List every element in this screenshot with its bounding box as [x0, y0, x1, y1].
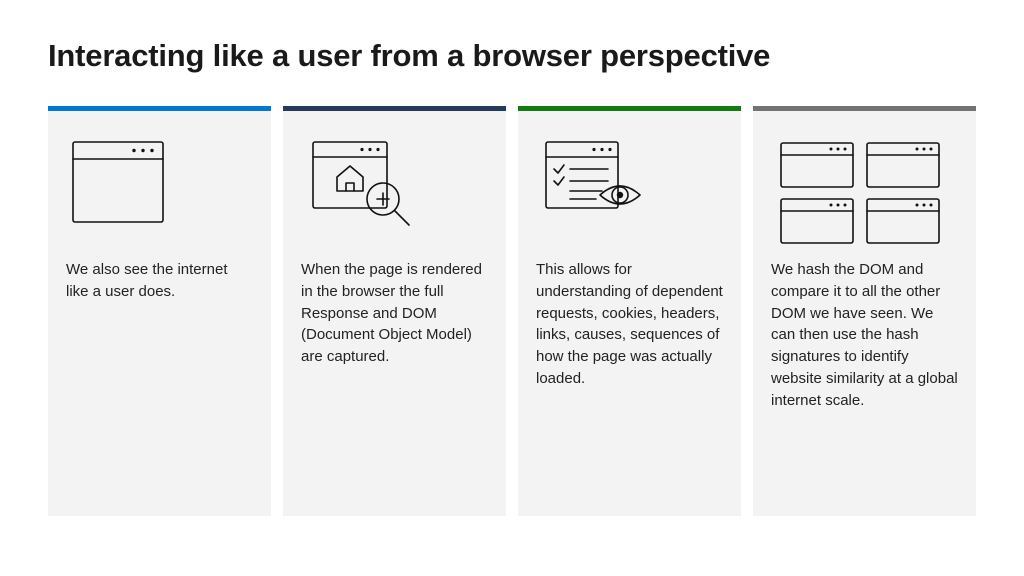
slide-title: Interacting like a user from a browser p…: [48, 38, 976, 74]
browser-window-icon: [66, 133, 253, 249]
card-3-text: This allows for understanding of depende…: [536, 259, 723, 390]
card-3: This allows for understanding of depende…: [518, 106, 741, 516]
card-4: We hash the DOM and compare it to all th…: [753, 106, 976, 516]
browser-home-magnify-icon: [301, 133, 488, 249]
card-2-text: When the page is rendered in the browser…: [301, 259, 488, 368]
multiple-windows-icon: [771, 133, 958, 249]
card-2: When the page is rendered in the browser…: [283, 106, 506, 516]
browser-checklist-eye-icon: [536, 133, 723, 249]
card-1-text: We also see the internet like a user doe…: [66, 259, 253, 303]
card-4-text: We hash the DOM and compare it to all th…: [771, 259, 958, 411]
card-row: We also see the internet like a user doe…: [48, 106, 976, 516]
card-1: We also see the internet like a user doe…: [48, 106, 271, 516]
